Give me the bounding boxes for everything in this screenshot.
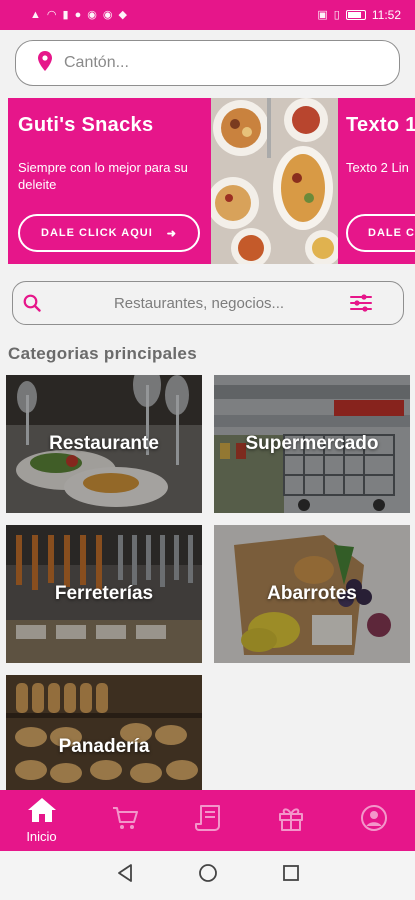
category-label: Abarrotes bbox=[267, 583, 357, 604]
cart-icon bbox=[111, 805, 139, 836]
sim-icon: ▮ bbox=[62, 8, 69, 21]
bottom-navigation: Inicio bbox=[0, 790, 415, 851]
promo-cta-button[interactable]: DALE CLICK AQUI ➜ bbox=[18, 214, 200, 252]
status-icons-left: ▲ ◠ ▮ ● ◉ ◉ ◆ bbox=[30, 8, 127, 21]
promo-text: Texto 2 Lin bbox=[346, 160, 409, 175]
promo-title: Texto 1 bbox=[346, 114, 415, 136]
promo-slide: Guti's Snacks Siempre con lo mejor para … bbox=[8, 98, 211, 264]
wifi-icon: ◠ bbox=[46, 8, 57, 21]
promo-cta-button[interactable]: DALE C bbox=[346, 214, 415, 252]
arrow-right-icon: ➜ bbox=[166, 227, 177, 240]
category-label: Panadería bbox=[58, 736, 150, 758]
promo-text: Siempre con lo mejor para su deleite bbox=[18, 160, 188, 192]
location-input[interactable] bbox=[64, 54, 364, 72]
gift-icon bbox=[277, 804, 305, 837]
category-tile-abarrotes[interactable]: Abarrotes bbox=[214, 525, 410, 663]
filter-icon[interactable] bbox=[349, 293, 373, 313]
promo-title: Guti's Snacks bbox=[18, 114, 154, 136]
vibrate-icon: ▯ bbox=[333, 8, 340, 21]
nav-item-rewards[interactable] bbox=[249, 790, 332, 851]
notification-icon: ◉ bbox=[102, 8, 113, 21]
category-tile-restaurante[interactable]: Restaurante bbox=[6, 375, 202, 513]
image-overlay bbox=[6, 675, 202, 790]
home-circle-icon[interactable] bbox=[198, 863, 218, 888]
category-tile-panaderia[interactable]: Panadería bbox=[6, 675, 202, 790]
promo-slide-next: Texto 1 Texto 2 Lin DALE C bbox=[338, 98, 415, 264]
nfc-icon: ▣ bbox=[317, 8, 328, 21]
search-input[interactable] bbox=[49, 294, 349, 312]
category-label: Ferreterías bbox=[54, 583, 154, 604]
battery-icon bbox=[345, 10, 366, 20]
user-icon bbox=[360, 804, 388, 837]
nav-item-inicio[interactable]: Inicio bbox=[0, 790, 83, 851]
location-pin-icon bbox=[38, 50, 52, 76]
system-navigation-bar bbox=[0, 851, 415, 900]
receipt-icon bbox=[194, 804, 221, 837]
category-tile-ferreterias[interactable]: Ferreterías bbox=[6, 525, 202, 663]
nav-item-orders[interactable] bbox=[166, 790, 249, 851]
location-status-icon: ◆ bbox=[118, 8, 127, 21]
promo-cta-label: DALE C bbox=[368, 227, 415, 239]
nav-item-profile[interactable] bbox=[332, 790, 415, 851]
promo-banner-carousel[interactable]: Guti's Snacks Siempre con lo mejor para … bbox=[8, 98, 415, 264]
category-label: Restaurante bbox=[49, 433, 159, 454]
nav-item-cart[interactable] bbox=[83, 790, 166, 851]
home-icon bbox=[27, 797, 57, 828]
notification-icon: ◉ bbox=[87, 8, 97, 21]
signal-icon: ▲ bbox=[30, 8, 41, 21]
category-label: Supermercado bbox=[245, 433, 379, 454]
status-icons-right: ▣ ▯ 11:52 bbox=[317, 8, 401, 22]
search-bar[interactable] bbox=[12, 281, 404, 325]
section-title: Categorias principales bbox=[8, 344, 197, 363]
promo-cta-label: DALE CLICK AQUI bbox=[41, 227, 153, 239]
recents-icon[interactable] bbox=[282, 864, 300, 887]
status-bar: ▲ ◠ ▮ ● ◉ ◉ ◆ ▣ ▯ 11:52 bbox=[0, 0, 415, 30]
search-icon[interactable] bbox=[23, 294, 41, 312]
back-icon[interactable] bbox=[116, 863, 134, 888]
nav-label: Inicio bbox=[26, 829, 57, 844]
location-field[interactable] bbox=[15, 40, 400, 86]
category-tile-supermercado[interactable]: Supermercado bbox=[214, 375, 410, 513]
notification-icon: ● bbox=[74, 8, 82, 21]
status-time: 11:52 bbox=[371, 8, 401, 22]
food-image bbox=[211, 98, 338, 264]
